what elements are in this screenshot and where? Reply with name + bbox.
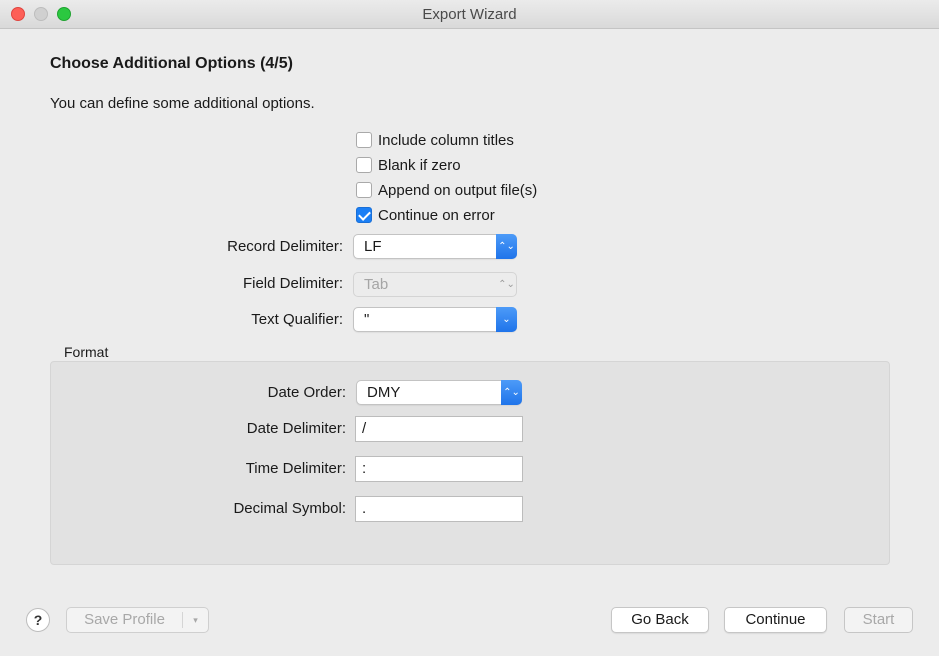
time-delimiter-field[interactable]: : [355,456,523,482]
format-group-label: Format [64,344,109,360]
page-title: Choose Additional Options (4/5) [50,55,293,72]
field-delimiter-value: Tab [364,276,389,293]
date-delimiter-field[interactable]: / [355,416,523,442]
option-blank-if-zero[interactable]: Blank if zero [356,155,461,175]
continue-on-error-checkbox[interactable] [356,207,372,223]
option-include-column-titles[interactable]: Include column titles [356,130,514,150]
go-back-button[interactable]: Go Back [611,607,709,633]
record-delimiter-popup[interactable]: LF ⌃⌄ [353,234,517,259]
continue-button[interactable]: Continue [724,607,827,633]
date-order-value: DMY [367,384,401,401]
updown-chevron-icon: ⌃⌄ [496,234,517,259]
date-order-popup[interactable]: DMY ⌃⌄ [356,380,522,405]
save-profile-button: Save Profile [84,611,165,628]
save-profile-menu-icon: ▾ [193,615,198,625]
text-qualifier-label: Text Qualifier: [251,311,343,328]
updown-chevron-icon: ⌃⌄ [501,380,522,405]
text-qualifier-combo[interactable]: " ⌄ [353,307,517,332]
text-qualifier-value: " [364,311,370,328]
start-button: Start [844,607,913,633]
option-label: Append on output file(s) [378,181,538,199]
save-profile-split-button: Save Profile ▾ [66,607,209,633]
date-order-label: Date Order: [267,384,346,401]
include-column-titles-checkbox[interactable] [356,132,372,148]
help-button[interactable]: ? [26,608,50,632]
date-delimiter-label: Date Delimiter: [246,420,346,437]
decimal-symbol-label: Decimal Symbol: [233,500,346,517]
option-label: Continue on error [378,206,495,224]
option-continue-on-error[interactable]: Continue on error [356,205,495,225]
append-output-checkbox[interactable] [356,182,372,198]
decimal-symbol-field[interactable]: . [355,496,523,522]
option-label: Include column titles [378,131,514,149]
option-label: Blank if zero [378,156,461,174]
field-delimiter-label: Field Delimiter: [242,275,343,292]
updown-chevron-icon: ⌃⌄ [498,279,515,290]
title-bar: Export Wizard [0,0,939,29]
option-append-output[interactable]: Append on output file(s) [356,180,537,200]
window-title: Export Wizard [422,6,517,23]
field-delimiter-popup: Tab ⌃⌄ [353,272,517,297]
chevron-down-icon[interactable]: ⌄ [496,307,517,332]
record-delimiter-label: Record Delimiter: [227,238,343,255]
record-delimiter-value: LF [364,238,382,255]
blank-if-zero-checkbox[interactable] [356,157,372,173]
intro-text: You can define some additional options. [50,95,315,112]
time-delimiter-label: Time Delimiter: [245,460,346,477]
